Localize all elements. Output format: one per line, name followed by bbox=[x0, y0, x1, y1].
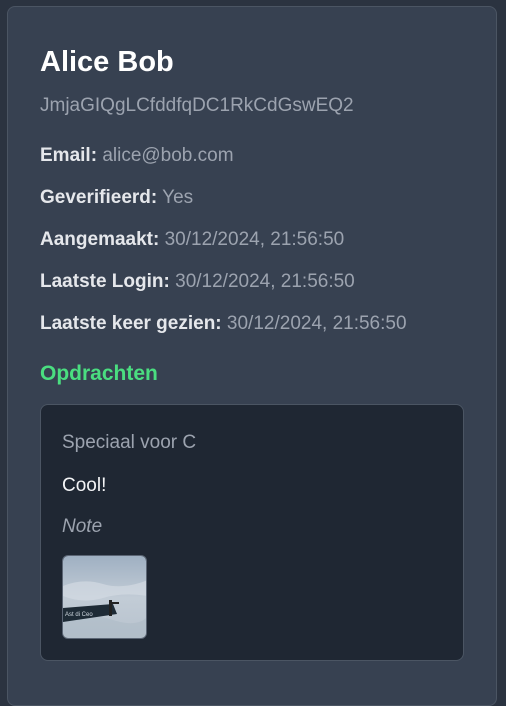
assignment-note: Note bbox=[62, 516, 103, 537]
user-id: JmjaGIQgLCfddfqDC1RkCdGswEQ2 bbox=[40, 95, 354, 116]
assignment-image-thumbnail[interactable]: Ast di Ceo bbox=[62, 555, 147, 639]
user-info-list: Email: alice@bob.com Geverifieerd: Yes A… bbox=[40, 144, 464, 336]
assignments-heading: Opdrachten bbox=[40, 362, 158, 385]
info-label: Geverifieerd: bbox=[40, 187, 158, 208]
assignment-description: Cool! bbox=[62, 475, 107, 496]
user-card: Alice Bob JmjaGIQgLCfddfqDC1RkCdGswEQ2 E… bbox=[7, 6, 497, 706]
svg-text:Ast di Ceo: Ast di Ceo bbox=[65, 612, 93, 618]
user-name: Alice Bob bbox=[40, 46, 174, 78]
info-row-last-login: Laatste Login: 30/12/2024, 21:56:50 bbox=[40, 270, 464, 294]
street-sign-photo: Ast di Ceo bbox=[63, 556, 146, 638]
info-label: Email: bbox=[40, 145, 98, 166]
info-value: Yes bbox=[162, 187, 194, 208]
info-row-last-seen: Laatste keer gezien: 30/12/2024, 21:56:5… bbox=[40, 312, 464, 336]
info-row-verified: Geverifieerd: Yes bbox=[40, 186, 464, 210]
info-value: 30/12/2024, 21:56:50 bbox=[175, 271, 355, 292]
assignment-card[interactable]: Speciaal voor C Cool! Note Ast di Ceo bbox=[40, 404, 464, 661]
info-label: Laatste Login: bbox=[40, 271, 170, 292]
assignment-title: Speciaal voor C bbox=[62, 432, 197, 453]
info-label: Laatste keer gezien: bbox=[40, 313, 222, 334]
info-value: alice@bob.com bbox=[102, 145, 234, 166]
info-row-created: Aangemaakt: 30/12/2024, 21:56:50 bbox=[40, 228, 464, 252]
info-value: 30/12/2024, 21:56:50 bbox=[226, 313, 407, 334]
info-value: 30/12/2024, 21:56:50 bbox=[164, 229, 345, 250]
info-row-email: Email: alice@bob.com bbox=[40, 144, 464, 168]
info-label: Aangemaakt: bbox=[40, 229, 160, 250]
